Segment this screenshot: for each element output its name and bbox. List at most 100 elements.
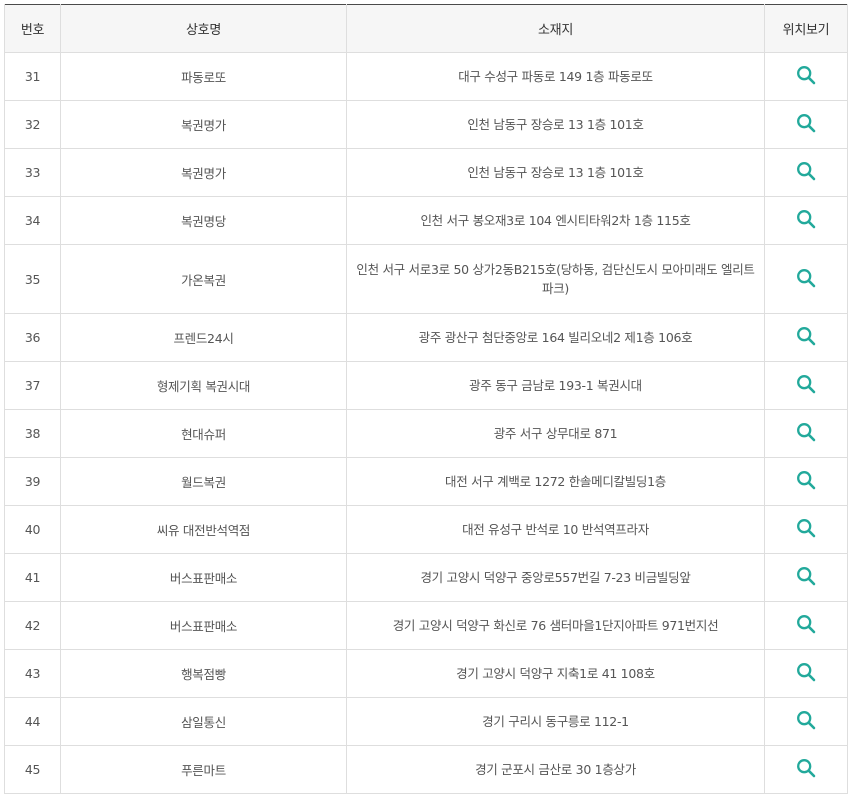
cell-no: 36	[4, 313, 61, 362]
cell-no: 35	[4, 244, 61, 314]
cell-no: 45	[4, 745, 61, 794]
cell-location	[764, 601, 848, 650]
table-row: 32 복권명가 인천 남동구 장승로 13 1층 101호	[4, 100, 848, 149]
cell-name: 푸른마트	[60, 745, 347, 794]
header-name: 상호명	[60, 4, 347, 53]
cell-location	[764, 52, 848, 101]
header-no: 번호	[4, 4, 61, 53]
cell-no: 34	[4, 196, 61, 245]
view-location-button[interactable]	[796, 268, 816, 288]
cell-location	[764, 313, 848, 362]
search-icon	[797, 471, 816, 490]
cell-name: 복권명당	[60, 196, 347, 245]
table-row: 42 버스표판매소 경기 고양시 덕양구 화신로 76 샘터마을1단지아파트 971…	[4, 601, 848, 650]
cell-name: 가온복권	[60, 244, 347, 314]
search-icon	[797, 615, 816, 634]
cell-address: 경기 고양시 덕양구 화신로 76 샘터마을1단지아파트 971번지선	[346, 601, 765, 650]
table-row: 33 복권명가 인천 남동구 장승로 13 1층 101호	[4, 148, 848, 197]
cell-location	[764, 244, 848, 314]
cell-location	[764, 196, 848, 245]
cell-location	[764, 697, 848, 746]
table-row: 39 월드복권 대전 서구 계백로 1272 한솔메디칼빌딩1층	[4, 457, 848, 506]
search-icon	[797, 268, 816, 287]
cell-location	[764, 553, 848, 602]
table-row: 43 행복점빵 경기 고양시 덕양구 지축1로 41 108호	[4, 649, 848, 698]
cell-no: 41	[4, 553, 61, 602]
cell-address: 경기 고양시 덕양구 중앙로557번길 7-23 비금빌딩앞	[346, 553, 765, 602]
cell-name: 삼일통신	[60, 697, 347, 746]
store-list: 번호 상호명 소재지 위치보기 31 파동로또 대구 수성구 파동로 149 1층 …	[4, 4, 848, 794]
cell-address: 광주 서구 상무대로 871	[346, 409, 765, 458]
cell-address: 인천 남동구 장승로 13 1층 101호	[346, 148, 765, 197]
cell-no: 38	[4, 409, 61, 458]
view-location-button[interactable]	[796, 209, 816, 229]
view-location-button[interactable]	[796, 614, 816, 634]
cell-address: 경기 군포시 금산로 30 1층상가	[346, 745, 765, 794]
cell-address: 대전 유성구 반석로 10 반석역프라자	[346, 505, 765, 554]
cell-name: 버스표판매소	[60, 553, 347, 602]
view-location-button[interactable]	[796, 326, 816, 346]
search-icon	[797, 66, 816, 85]
cell-no: 40	[4, 505, 61, 554]
view-location-button[interactable]	[796, 113, 816, 133]
table-row: 41 버스표판매소 경기 고양시 덕양구 중앙로557번길 7-23 비금빌딩앞	[4, 553, 848, 602]
cell-location	[764, 505, 848, 554]
cell-name: 복권명가	[60, 100, 347, 149]
table-row: 31 파동로또 대구 수성구 파동로 149 1층 파동로또	[4, 52, 848, 101]
cell-name: 복권명가	[60, 148, 347, 197]
cell-no: 32	[4, 100, 61, 149]
search-icon	[797, 375, 816, 394]
cell-address: 경기 구리시 동구릉로 112-1	[346, 697, 765, 746]
search-icon	[797, 423, 816, 442]
cell-no: 31	[4, 52, 61, 101]
table-row: 38 현대슈퍼 광주 서구 상무대로 871	[4, 409, 848, 458]
cell-location	[764, 649, 848, 698]
cell-no: 43	[4, 649, 61, 698]
cell-name: 프렌드24시	[60, 313, 347, 362]
view-location-button[interactable]	[796, 161, 816, 181]
cell-address: 대구 수성구 파동로 149 1층 파동로또	[346, 52, 765, 101]
table-row: 40 씨유 대전반석역점 대전 유성구 반석로 10 반석역프라자	[4, 505, 848, 554]
cell-location	[764, 100, 848, 149]
cell-no: 42	[4, 601, 61, 650]
view-location-button[interactable]	[796, 662, 816, 682]
cell-name: 행복점빵	[60, 649, 347, 698]
view-location-button[interactable]	[796, 710, 816, 730]
table-row: 37 형제기획 복권시대 광주 동구 금남로 193-1 복권시대	[4, 361, 848, 410]
table-row: 45 푸른마트 경기 군포시 금산로 30 1층상가	[4, 745, 848, 794]
search-icon	[797, 663, 816, 682]
cell-no: 33	[4, 148, 61, 197]
cell-address: 광주 동구 금남로 193-1 복권시대	[346, 361, 765, 410]
cell-location	[764, 361, 848, 410]
store-table: 번호 상호명 소재지 위치보기 31 파동로또 대구 수성구 파동로 149 1층 …	[4, 4, 848, 794]
cell-address: 인천 서구 봉오재3로 104 엔시티타워2차 1층 115호	[346, 196, 765, 245]
cell-no: 44	[4, 697, 61, 746]
cell-name: 버스표판매소	[60, 601, 347, 650]
view-location-button[interactable]	[796, 422, 816, 442]
cell-name: 씨유 대전반석역점	[60, 505, 347, 554]
search-icon	[797, 162, 816, 181]
view-location-button[interactable]	[796, 566, 816, 586]
cell-address: 대전 서구 계백로 1272 한솔메디칼빌딩1층	[346, 457, 765, 506]
table-row: 34 복권명당 인천 서구 봉오재3로 104 엔시티타워2차 1층 115호	[4, 196, 848, 245]
view-location-button[interactable]	[796, 518, 816, 538]
cell-name: 월드복권	[60, 457, 347, 506]
search-icon	[797, 519, 816, 538]
header-address: 소재지	[346, 4, 765, 53]
header-row: 번호 상호명 소재지 위치보기	[4, 4, 848, 53]
cell-location	[764, 745, 848, 794]
cell-no: 37	[4, 361, 61, 410]
view-location-button[interactable]	[796, 470, 816, 490]
table-header: 번호 상호명 소재지 위치보기	[4, 4, 848, 53]
search-icon	[797, 711, 816, 730]
cell-name: 형제기획 복권시대	[60, 361, 347, 410]
cell-location	[764, 409, 848, 458]
view-location-button[interactable]	[796, 65, 816, 85]
table-row: 36 프렌드24시 광주 광산구 첨단중앙로 164 빌리오네2 제1층 106호	[4, 313, 848, 362]
view-location-button[interactable]	[796, 374, 816, 394]
cell-location	[764, 457, 848, 506]
cell-location	[764, 148, 848, 197]
view-location-button[interactable]	[796, 758, 816, 778]
search-icon	[797, 327, 816, 346]
cell-address: 광주 광산구 첨단중앙로 164 빌리오네2 제1층 106호	[346, 313, 765, 362]
